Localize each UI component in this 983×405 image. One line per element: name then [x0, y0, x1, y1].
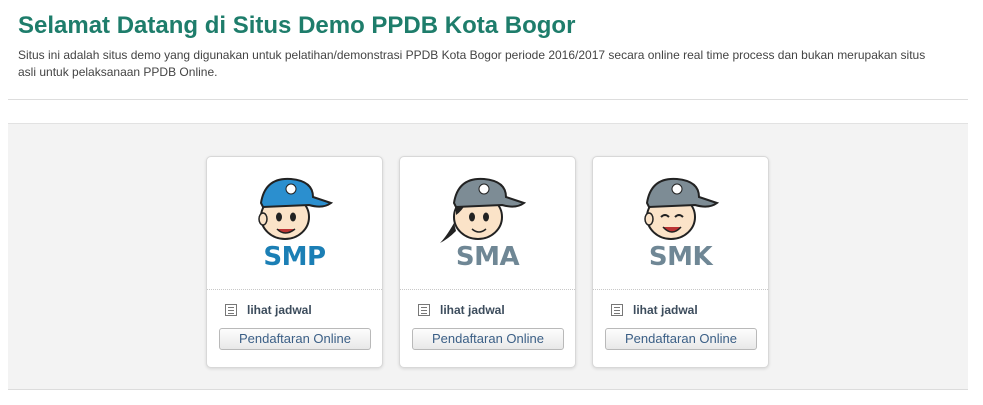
divider [8, 99, 968, 100]
card-smk: SMK lihat jadwal Pendaftaran Online [592, 156, 769, 368]
page-description: Situs ini adalah situs demo yang digunak… [18, 48, 926, 79]
schedule-link[interactable]: lihat jadwal [611, 303, 698, 317]
level-label: SMK [648, 242, 713, 272]
page-title: Selamat Datang di Situs Demo PPDB Kota B… [18, 12, 576, 39]
schedule-label: lihat jadwal [247, 303, 312, 317]
card-divider [400, 289, 575, 290]
online-registration-button[interactable]: Pendaftaran Online [219, 328, 371, 350]
student-boy-icon [258, 177, 334, 240]
online-registration-button[interactable]: Pendaftaran Online [412, 328, 564, 350]
schedule-link[interactable]: lihat jadwal [418, 303, 505, 317]
student-smiling-icon [644, 177, 720, 240]
student-girl-icon [440, 177, 527, 243]
schedule-icon [225, 304, 237, 316]
level-label: SMP [263, 242, 326, 272]
schedule-icon [418, 304, 430, 316]
level-label: SMA [455, 242, 520, 272]
schedule-label: lihat jadwal [440, 303, 505, 317]
card-sma: SMA lihat jadwal Pendaftaran Online [399, 156, 576, 368]
card-divider [207, 289, 382, 290]
online-registration-button[interactable]: Pendaftaran Online [605, 328, 757, 350]
schedule-label: lihat jadwal [633, 303, 698, 317]
card-smp: SMP lihat jadwal Pendaftaran Online [206, 156, 383, 368]
schedule-icon [611, 304, 623, 316]
schedule-link[interactable]: lihat jadwal [225, 303, 312, 317]
card-divider [593, 289, 768, 290]
